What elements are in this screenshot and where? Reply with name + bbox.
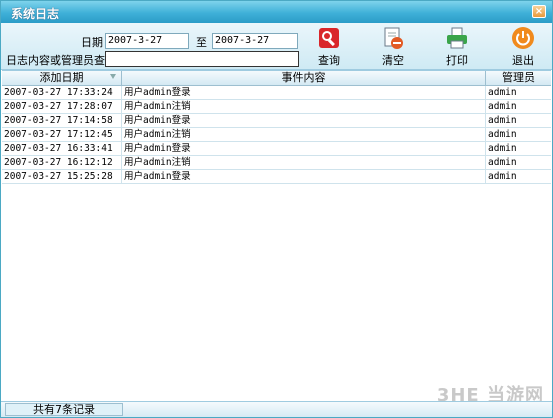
exit-button[interactable]: 退出 (503, 26, 543, 68)
query-input[interactable] (105, 51, 299, 67)
log-table: 添加日期 事件内容 管理员 2007-03-27 17:33:24 用户admi… (2, 70, 551, 402)
table-row[interactable]: 2007-03-27 16:33:41 用户admin登录 admin (2, 142, 551, 156)
close-icon: × (534, 6, 544, 17)
cell-event: 用户admin登录 (122, 114, 486, 127)
table-row[interactable]: 2007-03-27 16:12:12 用户admin注销 admin (2, 156, 551, 170)
record-count: 共有7条记录 (5, 403, 123, 416)
table-header: 添加日期 事件内容 管理员 (2, 71, 551, 86)
cell-admin: admin (488, 171, 517, 182)
cell-admin: admin (488, 87, 517, 98)
date-to-field[interactable]: 2007-3-27 (212, 33, 298, 49)
cell-date: 2007-03-27 17:28:07 (2, 100, 122, 113)
query-button-label: 查询 (318, 54, 340, 67)
title-bar[interactable]: 系统日志 × (1, 1, 552, 23)
to-label: 至 (196, 36, 207, 49)
cell-date: 2007-03-27 17:12:45 (2, 128, 122, 141)
exit-button-label: 退出 (512, 54, 534, 67)
cell-event: 用户admin登录 (122, 170, 486, 183)
close-button[interactable]: × (532, 5, 546, 18)
date-label: 日期 (81, 36, 103, 49)
printer-icon (447, 27, 467, 49)
cell-event: 用户admin注销 (122, 156, 486, 169)
filter-panel: 日期 2007-3-27 至 2007-3-27 日志内容或管理员查询 查询 清 (1, 23, 552, 70)
power-icon (512, 27, 534, 49)
system-log-window: 系统日志 × 日期 2007-3-27 至 2007-3-27 日志内容或管理员… (0, 0, 553, 418)
cell-event: 用户admin登录 (122, 142, 486, 155)
table-row[interactable]: 2007-03-27 17:12:45 用户admin注销 admin (2, 128, 551, 142)
cell-admin: admin (488, 143, 517, 154)
query-button[interactable]: 查询 (309, 26, 349, 68)
sort-filter-icon[interactable] (110, 74, 116, 79)
table-row[interactable]: 2007-03-27 17:28:07 用户admin注销 admin (2, 100, 551, 114)
cell-date: 2007-03-27 17:14:58 (2, 114, 122, 127)
clear-button-label: 清空 (382, 54, 404, 67)
column-header-date-label: 添加日期 (39, 71, 84, 84)
cell-admin: admin (488, 101, 517, 112)
column-header-event[interactable]: 事件内容 (122, 71, 486, 85)
table-row[interactable]: 2007-03-27 15:25:28 用户admin登录 admin (2, 170, 551, 184)
table-row[interactable]: 2007-03-27 17:33:24 用户admin登录 admin (2, 86, 551, 100)
clear-button[interactable]: 清空 (373, 26, 413, 68)
table-row[interactable]: 2007-03-27 17:14:58 用户admin登录 admin (2, 114, 551, 128)
cell-admin: admin (488, 157, 517, 168)
print-button[interactable]: 打印 (437, 26, 477, 68)
cell-admin: admin (488, 129, 517, 140)
print-button-label: 打印 (446, 54, 468, 67)
cell-event: 用户admin注销 (122, 100, 486, 113)
window-title: 系统日志 (11, 7, 60, 21)
column-header-admin[interactable]: 管理员 (486, 71, 551, 85)
query-label: 日志内容或管理员查询 (6, 54, 116, 67)
cell-event: 用户admin登录 (122, 86, 486, 99)
cell-date: 2007-03-27 16:12:12 (2, 156, 122, 169)
cell-date: 2007-03-27 16:33:41 (2, 142, 122, 155)
cell-date: 2007-03-27 17:33:24 (2, 86, 122, 99)
cell-date: 2007-03-27 15:25:28 (2, 170, 122, 183)
clear-document-icon (384, 27, 403, 49)
cell-event: 用户admin注销 (122, 128, 486, 141)
cell-admin: admin (488, 115, 517, 126)
search-icon (319, 28, 339, 48)
column-header-date[interactable]: 添加日期 (2, 71, 122, 85)
date-from-field[interactable]: 2007-3-27 (105, 33, 189, 49)
status-bar: 共有7条记录 (1, 401, 552, 417)
